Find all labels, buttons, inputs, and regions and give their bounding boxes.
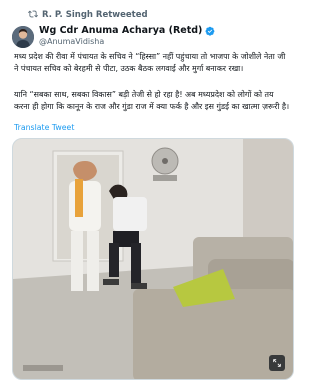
avatar[interactable]	[12, 26, 34, 48]
tweet-text-paragraph-2: यानि “सबका साथ, सबका विकास” बड़ी तेजी से…	[14, 90, 290, 111]
retweet-icon	[28, 9, 38, 22]
tweet-video[interactable]	[12, 138, 294, 380]
tweet-text-paragraph-1: मध्य प्रदेश की रीवा में पंचायत के सचिव न…	[14, 52, 286, 73]
author-handle[interactable]: @AnumaVidisha	[39, 37, 290, 46]
verified-badge-icon	[205, 26, 215, 36]
tweet-header: Wg Cdr Anuma Acharya (Retd) @AnumaVidish…	[39, 25, 290, 46]
retweet-header[interactable]: R. P. Singh Retweeted	[28, 9, 148, 21]
tweet-card[interactable]: R. P. Singh Retweeted Wg Cdr Anuma Achar…	[0, 0, 300, 386]
author-name[interactable]: Wg Cdr Anuma Acharya (Retd)	[39, 25, 202, 36]
translate-tweet-link[interactable]: Translate Tweet	[14, 123, 74, 132]
expand-icon	[273, 359, 281, 367]
video-still-image	[13, 139, 293, 379]
retweet-label: R. P. Singh Retweeted	[42, 10, 148, 20]
expand-media-button[interactable]	[269, 355, 285, 371]
